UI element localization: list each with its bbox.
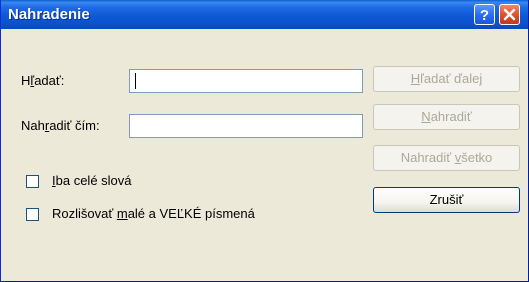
find-input[interactable]	[129, 69, 363, 93]
dialog-title: Nahradenie	[8, 6, 90, 23]
help-icon: ?	[480, 7, 489, 24]
replace-dialog: Nahradenie ? Hľadať: Nahradiť čím: Iba c…	[0, 0, 529, 282]
help-button[interactable]: ?	[474, 4, 495, 25]
cancel-button[interactable]: Zrušiť	[373, 187, 520, 213]
match-case-checkbox[interactable]	[26, 208, 39, 221]
replace-all-button[interactable]: Nahradiť všetko	[373, 145, 520, 171]
close-icon	[503, 8, 516, 21]
replace-input[interactable]	[129, 114, 363, 138]
match-case-label[interactable]: Rozlišovať malé a VEĽKÉ písmená	[52, 206, 255, 222]
whole-words-label[interactable]: Iba celé slová	[52, 173, 132, 189]
find-next-button[interactable]: Hľadať ďalej	[373, 66, 520, 92]
title-bar[interactable]: Nahradenie ?	[1, 0, 528, 29]
replace-button[interactable]: Nahradiť	[373, 104, 520, 130]
replace-label: Nahradiť čím:	[21, 118, 100, 133]
whole-words-checkbox[interactable]	[26, 175, 39, 188]
svg-text:?: ?	[480, 7, 489, 24]
text-caret	[135, 73, 136, 89]
find-label: Hľadať:	[21, 73, 65, 88]
close-button[interactable]	[499, 4, 520, 25]
